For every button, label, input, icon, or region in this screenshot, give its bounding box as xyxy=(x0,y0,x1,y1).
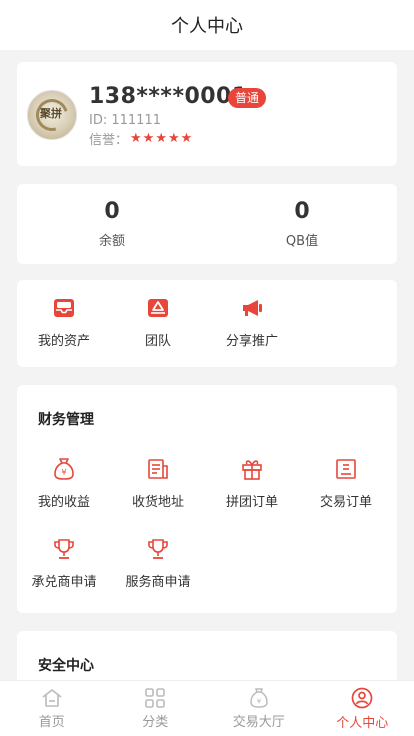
trophy-icon xyxy=(148,539,168,559)
trade-orders-button[interactable]: 交易订单 xyxy=(299,457,393,510)
finance-label: 承兑商申请 xyxy=(31,575,97,590)
balance-value: 0 xyxy=(104,199,120,224)
credit-rating: 信誉： ★★★★★ xyxy=(89,129,193,148)
gift-icon xyxy=(242,460,262,480)
quick-label: 我的资产 xyxy=(37,334,90,349)
finance-label: 收货地址 xyxy=(131,495,184,510)
megaphone-icon xyxy=(243,300,262,316)
acceptor-apply-button[interactable]: 承兑商申请 xyxy=(17,537,111,590)
my-assets-button[interactable]: 我的资产 xyxy=(17,298,111,349)
qb-item[interactable]: 0 QB值 xyxy=(207,184,397,264)
team-icon xyxy=(148,299,168,317)
grid-icon xyxy=(145,687,166,708)
order-icon xyxy=(336,459,356,479)
qb-label: QB值 xyxy=(285,234,319,249)
group-orders-button[interactable]: 拼团订单 xyxy=(205,457,299,510)
star-rating-icon: ★★★★★ xyxy=(130,131,194,146)
trophy-icon xyxy=(54,539,74,559)
balance-item[interactable]: 0 余额 xyxy=(17,184,207,264)
address-icon xyxy=(148,459,168,479)
tab-home[interactable]: 首页 xyxy=(0,681,104,736)
finance-label: 拼团订单 xyxy=(225,495,278,510)
quick-actions-card: 我的资产 团队 分享推广 xyxy=(17,280,397,367)
tab-category[interactable]: 分类 xyxy=(104,681,208,736)
my-earnings-button[interactable]: ¥ 我的收益 xyxy=(17,457,111,510)
tab-label: 个人中心 xyxy=(336,715,389,731)
tab-label: 首页 xyxy=(38,714,65,730)
profile-card[interactable]: 聚拼 138****0001 普通 ID: 111111 信誉： ★★★★★ xyxy=(17,62,397,166)
bag-icon: ¥ xyxy=(249,687,268,708)
money-bag-icon: ¥ xyxy=(54,458,74,480)
quick-label: 分享推广 xyxy=(225,334,278,349)
level-badge: 普通 xyxy=(228,88,267,108)
tab-label: 分类 xyxy=(142,714,169,730)
qb-value: 0 xyxy=(294,199,310,224)
tab-label: 交易大厅 xyxy=(232,714,285,730)
provider-apply-button[interactable]: 服务商申请 xyxy=(111,537,205,590)
user-icon xyxy=(351,687,373,708)
balance-card: 0 余额 0 QB值 xyxy=(17,184,397,264)
finance-label: 我的收益 xyxy=(37,495,90,510)
user-id: ID: 111111 xyxy=(89,113,161,128)
finance-label: 服务商申请 xyxy=(125,575,191,590)
balance-label: 余额 xyxy=(98,234,125,249)
page-title: 个人中心 xyxy=(171,16,243,37)
tab-profile[interactable]: 个人中心 xyxy=(311,681,414,736)
tab-trade-hall[interactable]: ¥ 交易大厅 xyxy=(207,681,311,736)
svg-text:¥: ¥ xyxy=(257,697,262,705)
team-button[interactable]: 团队 xyxy=(111,298,205,349)
finance-label: 交易订单 xyxy=(319,495,372,510)
svg-text:¥: ¥ xyxy=(61,468,66,477)
top-header: 个人中心 xyxy=(0,0,414,50)
finance-title: 财务管理 xyxy=(38,412,94,428)
bottom-tab-bar: 首页 分类 ¥ 交易大厅 个人中心 xyxy=(0,680,414,736)
avatar[interactable]: 聚拼 xyxy=(27,90,77,140)
quick-label: 团队 xyxy=(144,334,171,349)
security-title: 安全中心 xyxy=(38,658,94,674)
finance-card: 财务管理 ¥ 我的收益 收货地址 拼团订单 交易订单 承兑商申请 服务商申请 xyxy=(17,385,397,613)
address-button[interactable]: 收货地址 xyxy=(111,457,205,510)
user-phone: 138****0001 xyxy=(89,84,248,109)
home-icon xyxy=(42,688,62,707)
avatar-logo-text: 聚拼 xyxy=(40,107,62,120)
inbox-icon xyxy=(54,299,74,317)
credit-label: 信誉： xyxy=(89,133,129,148)
share-promo-button[interactable]: 分享推广 xyxy=(205,298,299,349)
